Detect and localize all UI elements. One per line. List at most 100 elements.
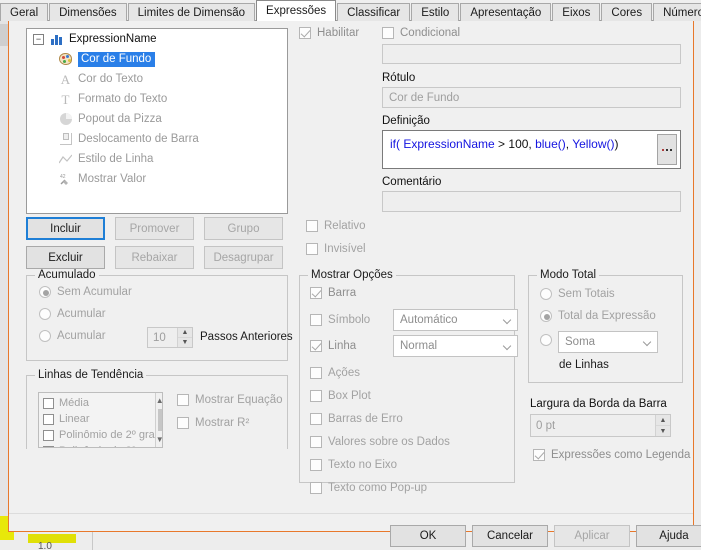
trendline-item-polinomio2[interactable]: Polinômio de 2º gra bbox=[39, 427, 155, 443]
aplicar-button[interactable]: Aplicar bbox=[554, 525, 630, 547]
tab-apresentacao[interactable]: Apresentação bbox=[460, 3, 552, 21]
tab-expressoes[interactable]: Expressões bbox=[256, 0, 337, 21]
checkbox-valores-sobre-dados[interactable]: Valores sobre os Dados bbox=[310, 436, 450, 448]
cancelar-button[interactable]: Cancelar bbox=[472, 525, 548, 547]
ajuda-button[interactable]: Ajuda bbox=[636, 525, 701, 547]
trendline-list[interactable]: Média Linear Polinômio de 2º gra Polinôm… bbox=[38, 392, 163, 448]
radio-sem-acumular[interactable]: Sem Acumular bbox=[39, 286, 132, 298]
checkbox-texto-como-popup[interactable]: Texto como Pop-up bbox=[310, 482, 427, 494]
incluir-button[interactable]: Incluir bbox=[26, 217, 105, 240]
stepper-arrows[interactable]: ▲ ▼ bbox=[177, 328, 192, 347]
scroll-down-icon[interactable]: ▼ bbox=[155, 432, 162, 447]
tab-estilo[interactable]: Estilo bbox=[411, 3, 460, 21]
checkbox-condicional[interactable]: Condicional bbox=[382, 27, 460, 39]
scrollbar-thumb[interactable] bbox=[157, 409, 162, 431]
tab-classificar[interactable]: Classificar bbox=[337, 3, 411, 21]
checkbox-texto-no-eixo[interactable]: Texto no Eixo bbox=[310, 459, 397, 471]
checkbox-icon bbox=[306, 220, 318, 232]
checkbox-icon[interactable] bbox=[43, 429, 54, 441]
checkbox-icon bbox=[177, 417, 189, 429]
radio-total-da-expressao[interactable]: Total da Expressão bbox=[540, 310, 656, 322]
properties-tab-bar[interactable]: Geral Dimensões Limites de Dimensão Expr… bbox=[0, 0, 701, 21]
rotulo-input[interactable]: Cor de Fundo bbox=[382, 87, 681, 108]
definicao-browse-button[interactable] bbox=[657, 134, 677, 165]
comentario-caption: Comentário bbox=[382, 176, 442, 188]
radio-sem-totais[interactable]: Sem Totais bbox=[540, 288, 615, 300]
checkbox-habilitar[interactable]: Habilitar bbox=[299, 27, 359, 39]
radio-icon bbox=[540, 334, 552, 346]
largura-borda-stepper[interactable]: 0 pt ▲ ▼ bbox=[530, 414, 671, 437]
checkbox-barra[interactable]: Barra bbox=[310, 287, 356, 299]
radio-icon bbox=[540, 288, 552, 300]
checkbox-linha[interactable]: Linha bbox=[310, 340, 356, 352]
radio-acumular-passos[interactable]: Acumular bbox=[39, 330, 106, 342]
tree-expander-icon[interactable]: − bbox=[33, 33, 44, 45]
condicional-input[interactable] bbox=[382, 44, 681, 64]
expressions-tree[interactable]: − ExpressionName Cor de Fundo A Cor do T… bbox=[26, 28, 288, 214]
stepper-up-icon[interactable]: ▲ bbox=[178, 328, 192, 338]
stepper-down-icon[interactable]: ▼ bbox=[178, 338, 192, 347]
tree-item-cor-do-texto[interactable]: A Cor do Texto bbox=[27, 69, 287, 89]
checkbox-simbolo[interactable]: Símbolo bbox=[310, 314, 370, 326]
tab-geral[interactable]: Geral bbox=[0, 3, 49, 21]
checkbox-relativo[interactable]: Relativo bbox=[306, 220, 366, 232]
tree-item-estilo-de-linha[interactable]: Estilo de Linha bbox=[27, 149, 287, 169]
checkbox-acoes[interactable]: Ações bbox=[310, 367, 360, 379]
checkbox-invisivel[interactable]: Invisível bbox=[306, 243, 366, 255]
checkbox-icon bbox=[310, 314, 322, 326]
comentario-input[interactable] bbox=[382, 191, 681, 212]
rebaixar-button[interactable]: Rebaixar bbox=[115, 246, 194, 269]
excluir-button[interactable]: Excluir bbox=[26, 246, 105, 269]
trendline-scrollbar[interactable]: ▲ ▼ bbox=[154, 393, 162, 447]
definicao-input[interactable]: if( ExpressionName > 100, blue(), Yellow… bbox=[382, 130, 681, 169]
tree-item-popout-da-pizza[interactable]: Popout da Pizza bbox=[27, 109, 287, 129]
tree-root-node[interactable]: − ExpressionName bbox=[27, 29, 287, 49]
radio-acumular[interactable]: Acumular bbox=[39, 308, 106, 320]
text-format-icon: T bbox=[61, 91, 70, 107]
tab-eixos[interactable]: Eixos bbox=[552, 3, 601, 21]
simbolo-dropdown-value: Automático bbox=[400, 314, 458, 326]
checkbox-icon bbox=[306, 243, 318, 255]
stepper-down-icon[interactable]: ▼ bbox=[656, 426, 670, 436]
tree-item-cor-de-fundo[interactable]: Cor de Fundo bbox=[27, 49, 287, 69]
checkbox-expressoes-como-legenda[interactable]: Expressões como Legenda bbox=[533, 449, 690, 461]
checkbox-box-plot[interactable]: Box Plot bbox=[310, 390, 371, 402]
grupo-button[interactable]: Grupo bbox=[204, 217, 283, 240]
promover-button[interactable]: Promover bbox=[115, 217, 194, 240]
trendline-item-media[interactable]: Média bbox=[39, 395, 155, 411]
scroll-up-icon[interactable]: ▲ bbox=[155, 393, 162, 408]
checkbox-label: Mostrar Equação bbox=[195, 394, 283, 406]
trendline-item-linear[interactable]: Linear bbox=[39, 411, 155, 427]
stepper-arrows[interactable]: ▲ ▼ bbox=[655, 415, 670, 436]
checkbox-barras-de-erro[interactable]: Barras de Erro bbox=[310, 413, 403, 425]
checkbox-icon[interactable] bbox=[43, 445, 54, 447]
radio-agregacao[interactable] bbox=[540, 334, 558, 346]
tab-limites-de-dimensao[interactable]: Limites de Dimensão bbox=[127, 3, 256, 21]
tab-cores[interactable]: Cores bbox=[601, 3, 653, 21]
checkbox-icon[interactable] bbox=[43, 397, 54, 409]
tree-item-formato-do-texto[interactable]: T Formato do Texto bbox=[27, 89, 287, 109]
ok-button[interactable]: OK bbox=[390, 525, 466, 547]
desagrupar-button[interactable]: Desagrupar bbox=[204, 246, 283, 269]
checkbox-mostrar-r2[interactable]: Mostrar R² bbox=[177, 417, 249, 429]
tab-numero[interactable]: Número bbox=[653, 3, 701, 21]
line-style-icon bbox=[58, 152, 73, 167]
passos-anteriores-stepper[interactable]: 10 ▲ ▼ bbox=[147, 327, 193, 348]
agregacao-dropdown[interactable]: Soma bbox=[558, 331, 658, 353]
simbolo-dropdown[interactable]: Automático bbox=[393, 309, 518, 331]
tab-dimensoes[interactable]: Dimensões bbox=[49, 3, 127, 21]
radio-icon bbox=[39, 330, 51, 342]
stepper-up-icon[interactable]: ▲ bbox=[656, 415, 670, 426]
tree-item-mostrar-valor[interactable]: 42 Mostrar Valor bbox=[27, 169, 287, 189]
checkbox-icon bbox=[310, 287, 322, 299]
linha-dropdown[interactable]: Normal bbox=[393, 335, 518, 357]
mostrar-opcoes-group: Mostrar Opções Barra Símbolo Automático … bbox=[299, 269, 518, 494]
bar-chart-icon bbox=[49, 32, 64, 47]
checkbox-mostrar-equacao[interactable]: Mostrar Equação bbox=[177, 394, 283, 406]
checkbox-icon bbox=[310, 390, 322, 402]
background-highlight-bar bbox=[28, 534, 76, 543]
checkbox-icon[interactable] bbox=[43, 413, 54, 425]
checkbox-label: Barras de Erro bbox=[328, 413, 403, 425]
tree-item-deslocamento-de-barra[interactable]: Deslocamento de Barra bbox=[27, 129, 287, 149]
trendline-item-polinomio3[interactable]: Polinômio de 3º bbox=[39, 443, 155, 447]
